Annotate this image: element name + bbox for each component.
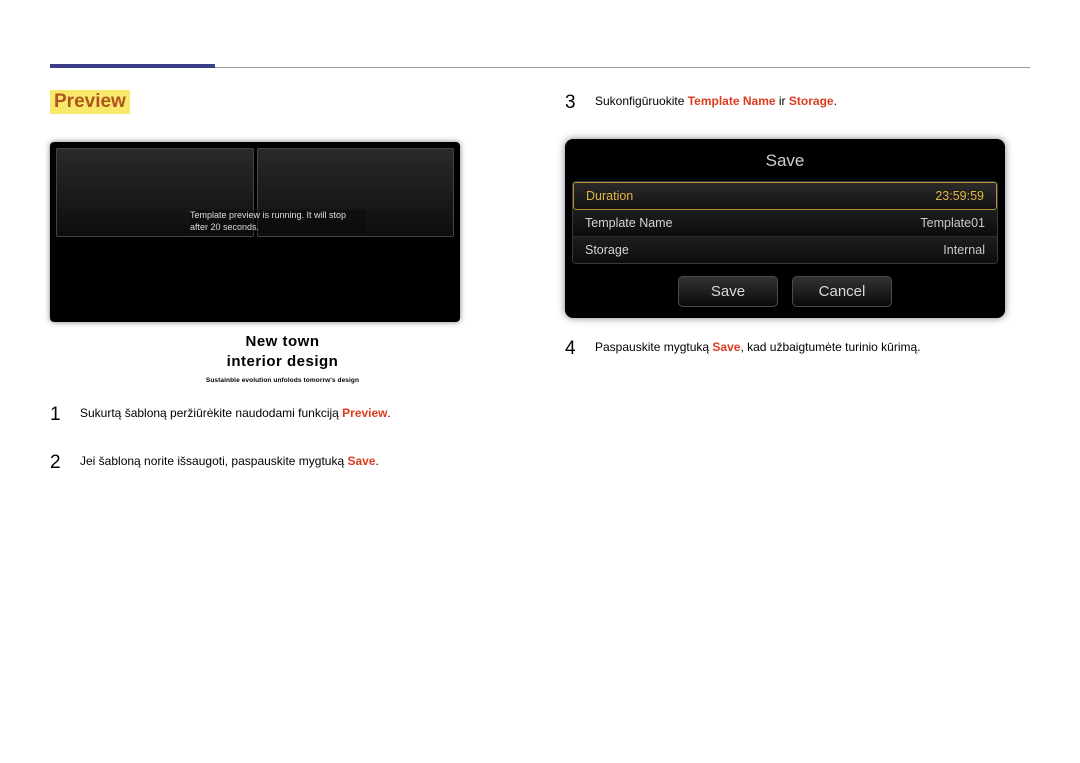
caption-line2: interior design xyxy=(50,352,515,372)
preview-caption: New town interior design Sustainble evol… xyxy=(50,332,515,384)
dialog-title: Save xyxy=(572,146,998,181)
dialog-buttons: Save Cancel xyxy=(572,264,998,311)
section-title-preview: Preview xyxy=(50,90,130,114)
keyword-save: Save xyxy=(712,340,740,354)
save-dialog: Save Duration 23:59:59 Template Name Tem… xyxy=(565,139,1005,318)
step-number: 4 xyxy=(565,336,579,363)
caption-line1: New town xyxy=(50,332,515,352)
step-number: 2 xyxy=(50,450,64,477)
row-value: 23:59:59 xyxy=(935,189,984,203)
text: . xyxy=(388,406,391,420)
caption-sub: Sustainble evolution unfolods tomorrw's … xyxy=(50,377,515,384)
dialog-rows: Duration 23:59:59 Template Name Template… xyxy=(572,181,998,264)
steps-right-bottom: 4 Paspauskite mygtuką Save, kad užbaigtu… xyxy=(565,336,1030,363)
save-button[interactable]: Save xyxy=(678,276,778,307)
step-body: Jei šabloną norite išsaugoti, paspauskit… xyxy=(80,450,379,477)
two-column-layout: Preview Template preview is running. It … xyxy=(50,90,1030,499)
text: Paspauskite mygtuką xyxy=(595,340,712,354)
step-body: Paspauskite mygtuką Save, kad užbaigtumė… xyxy=(595,336,921,363)
keyword-template-name: Template Name xyxy=(688,94,776,108)
cancel-button[interactable]: Cancel xyxy=(792,276,892,307)
row-label: Storage xyxy=(585,243,629,257)
right-column: 3 Sukonfigūruokite Template Name ir Stor… xyxy=(565,90,1030,499)
dialog-row-duration[interactable]: Duration 23:59:59 xyxy=(573,182,997,210)
row-label: Template Name xyxy=(585,216,673,230)
text: . xyxy=(376,454,379,468)
text: Jei šabloną norite išsaugoti, paspauskit… xyxy=(80,454,348,468)
row-value: Template01 xyxy=(920,216,985,230)
preview-running-line2: after 20 seconds. xyxy=(190,222,259,232)
step-3: 3 Sukonfigūruokite Template Name ir Stor… xyxy=(565,90,1030,117)
dialog-row-template-name[interactable]: Template Name Template01 xyxy=(573,210,997,237)
keyword-storage: Storage xyxy=(789,94,834,108)
dialog-row-storage[interactable]: Storage Internal xyxy=(573,237,997,263)
row-value: Internal xyxy=(943,243,985,257)
keyword-save: Save xyxy=(348,454,376,468)
step-4: 4 Paspauskite mygtuką Save, kad užbaigtu… xyxy=(565,336,1030,363)
left-column: Preview Template preview is running. It … xyxy=(50,90,515,499)
text: Sukurtą šabloną peržiūrėkite naudodami f… xyxy=(80,406,342,420)
steps-right-top: 3 Sukonfigūruokite Template Name ir Stor… xyxy=(565,90,1030,117)
text: ir xyxy=(776,94,789,108)
text: , kad užbaigtumėte turinio kūrimą. xyxy=(740,340,920,354)
row-label: Duration xyxy=(586,189,633,203)
step-2: 2 Jei šabloną norite išsaugoti, paspausk… xyxy=(50,450,515,477)
text: . xyxy=(834,94,837,108)
page-header-rule xyxy=(50,48,1030,68)
step-body: Sukonfigūruokite Template Name ir Storag… xyxy=(595,90,837,117)
preview-running-text: Template preview is running. It will sto… xyxy=(190,210,366,233)
keyword-preview: Preview xyxy=(342,406,387,420)
step-number: 3 xyxy=(565,90,579,117)
preview-running-line1: Template preview is running. It will sto… xyxy=(190,210,346,220)
step-body: Sukurtą šabloną peržiūrėkite naudodami f… xyxy=(80,402,391,429)
header-accent xyxy=(50,64,215,68)
step-number: 1 xyxy=(50,402,64,429)
text: Sukonfigūruokite xyxy=(595,94,688,108)
step-1: 1 Sukurtą šabloną peržiūrėkite naudodami… xyxy=(50,402,515,429)
steps-left: 1 Sukurtą šabloną peržiūrėkite naudodami… xyxy=(50,402,515,477)
template-preview-screenshot: Template preview is running. It will sto… xyxy=(50,142,460,322)
